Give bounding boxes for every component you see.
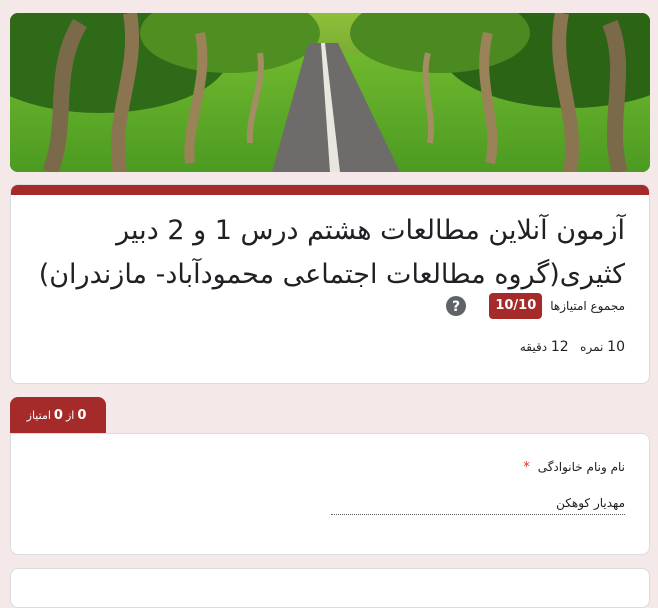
- section-score-unit: امتیاز: [26, 408, 51, 422]
- question-label: نام ونام خانوادگی *: [523, 460, 625, 475]
- header-banner-image: [10, 13, 650, 172]
- form-title: آزمون آنلاین مطالعات هشتم درس 1 و 2 دبیر…: [38, 215, 625, 290]
- required-asterisk: *: [523, 460, 530, 475]
- question-text: نام ونام خانوادگی: [537, 460, 625, 474]
- answer-field[interactable]: مهدیار کوهکن: [331, 496, 625, 515]
- points-unit: نمره: [580, 340, 604, 354]
- form-header-card: آزمون آنلاین مطالعات هشتم درس 1 و 2 دبیر…: [10, 184, 650, 384]
- total-score-badge: 10/10: [489, 293, 543, 319]
- total-score-row: مجموع امتیازها 10/10 ?: [445, 293, 625, 319]
- next-question-card: [10, 568, 650, 608]
- minutes-unit: دقیقه: [519, 340, 548, 354]
- help-icon[interactable]: ?: [445, 295, 467, 317]
- section-score-of: از: [65, 408, 75, 422]
- form-meta: 10 نمره 12 دقیقه: [520, 339, 625, 355]
- section-score-tab: 0 از 0 امتیاز: [10, 397, 106, 433]
- accent-bar: [11, 185, 649, 195]
- svg-text:?: ?: [452, 299, 460, 315]
- section-score-max: 0: [53, 407, 63, 423]
- minutes-value: 12: [550, 339, 569, 355]
- points-value: 10: [607, 339, 625, 355]
- total-score-label: مجموع امتیازها: [550, 299, 625, 313]
- question-card: نام ونام خانوادگی * مهدیار کوهکن: [10, 433, 650, 555]
- section-score-earned: 0: [77, 407, 87, 423]
